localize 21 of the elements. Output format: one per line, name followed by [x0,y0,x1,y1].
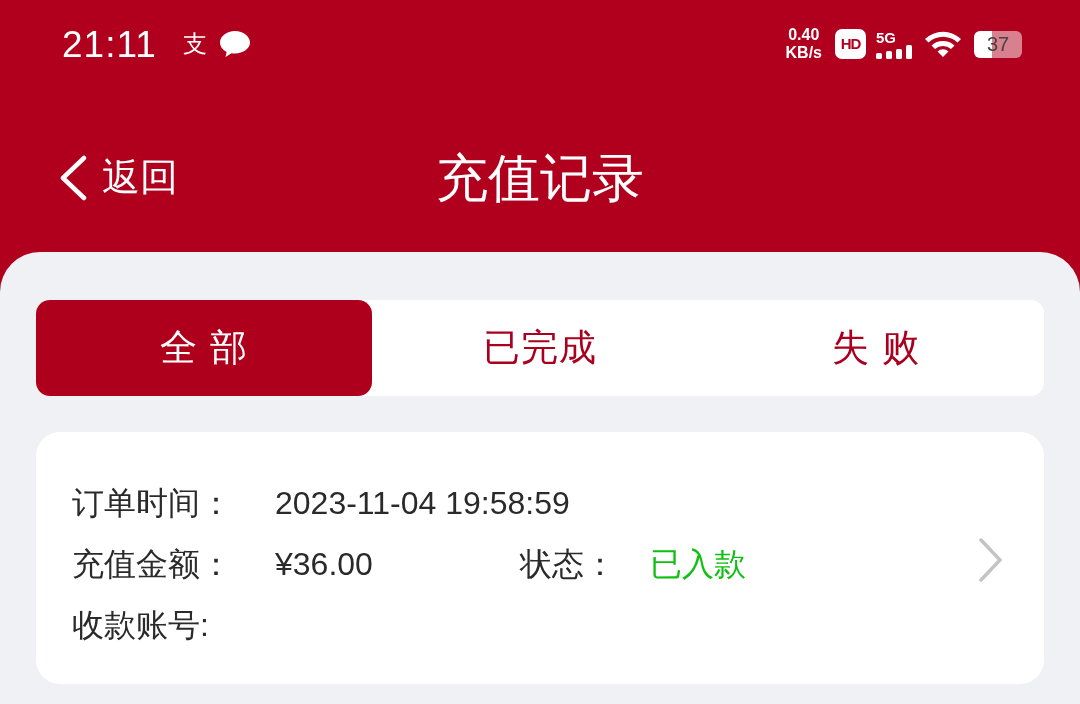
field-value: 2023-11-04 19:58:59 [275,484,570,523]
back-button[interactable]: 返回 [58,155,178,201]
notification-glyph: 支 [182,32,207,56]
network-speed: 0.40 [787,26,821,44]
status-value: 已入款 [650,545,746,584]
field-label: 充值金额： [72,545,233,584]
speed-unit: KB/s [785,44,822,62]
field-label: 收款账号: [72,606,210,645]
field-label: 订单时间： [72,484,233,523]
network-type: 5G [876,29,897,45]
filter-tab[interactable]: 全 部 [36,300,372,396]
signal-icon [876,44,912,59]
chat-bubble-icon [218,30,251,58]
status-time: 21:11 [62,25,157,63]
chevron-right-icon [978,538,1002,582]
field-label: 状态： [520,545,617,584]
hd-badge: HD [835,29,866,59]
wifi-icon [924,29,962,59]
field-value: ¥36.00 [275,545,374,584]
record-card[interactable]: 订单时间： 2023-11-04 19:58:59 充值金额： ¥36.00 状态： 已入款 收款账号: [36,432,1044,684]
page-title: 充值记录 [436,147,644,209]
